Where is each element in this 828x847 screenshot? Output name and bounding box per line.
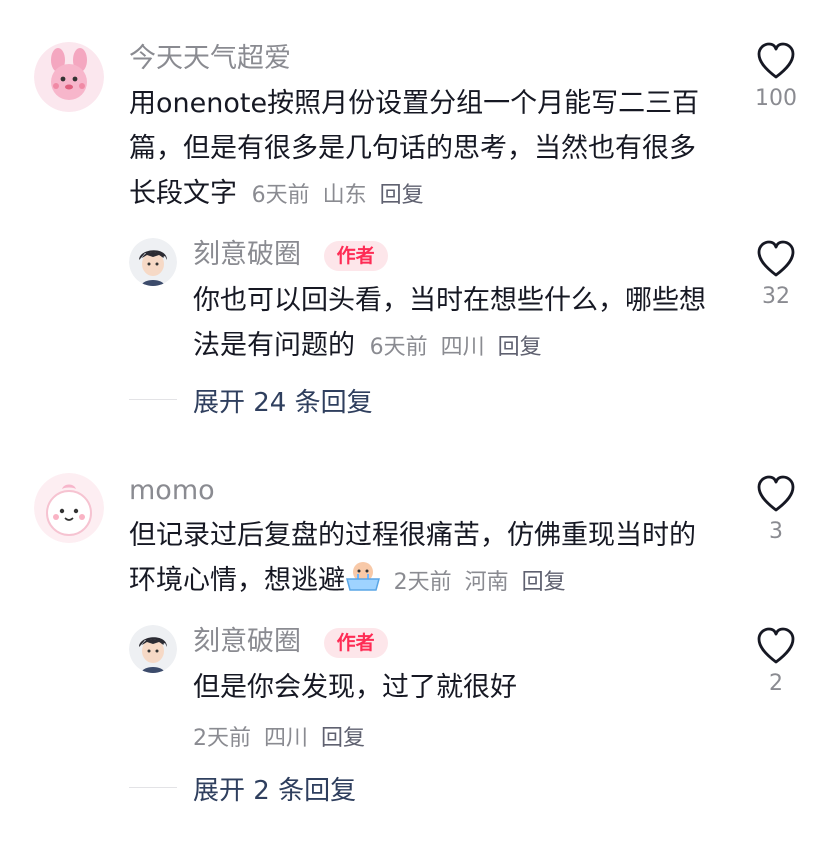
reply-location: 四川 [264, 726, 309, 751]
expand-replies-button[interactable]: 展开 24 条回复 [193, 382, 373, 419]
crying-bath-emoji [345, 559, 381, 605]
reply-avatar[interactable] [129, 625, 177, 673]
like-button[interactable]: 2 [741, 627, 811, 696]
reply-button[interactable]: 回复 [498, 335, 542, 360]
expand-divider [129, 399, 177, 400]
comment-location: 山东 [322, 183, 367, 208]
reply-author-row: 刻意破圈 作者 [193, 625, 388, 659]
heart-icon [757, 475, 795, 512]
heart-icon [757, 42, 795, 79]
heart-icon [757, 627, 795, 664]
reply-button[interactable]: 回复 [522, 570, 566, 595]
reply-meta: 6天前 四川 回复 [370, 335, 542, 360]
comment-time: 6天前 [251, 183, 310, 208]
avatar[interactable] [34, 42, 104, 112]
avatar[interactable] [34, 473, 104, 543]
reply-body: 但是你会发现，过了就很好 [193, 672, 517, 703]
reply-button[interactable]: 回复 [380, 183, 424, 208]
reply-author[interactable]: 刻意破圈 [193, 239, 301, 270]
reply-location: 四川 [440, 335, 485, 360]
comment-meta: 2天前 河南 回复 [394, 570, 566, 595]
reply-text: 你也可以回头看，当时在想些什么，哪些想法是有问题的 6天前 四川 回复 [193, 278, 713, 370]
comment-location: 河南 [464, 570, 509, 595]
comment-meta: 6天前 山东 回复 [252, 183, 424, 208]
like-count: 100 [755, 86, 797, 111]
reply-time: 6天前 [369, 335, 428, 360]
author-badge: 作者 [323, 627, 388, 658]
comment-text: 用onenote按照月份设置分组一个月能写二三百篇，但是有很多是几句话的思考，当… [129, 81, 719, 218]
reply-time: 2天前 [193, 726, 251, 751]
like-button[interactable]: 100 [741, 42, 811, 111]
like-button[interactable]: 32 [741, 240, 811, 309]
expand-replies-button[interactable]: 展开 2 条回复 [193, 770, 356, 807]
expand-divider [129, 787, 177, 788]
like-button[interactable]: 3 [741, 475, 811, 544]
like-count: 2 [769, 671, 783, 696]
author-badge: 作者 [323, 240, 388, 271]
reply-meta: 2天前 四川 回复 [193, 720, 365, 752]
comment-author[interactable]: 今天天气超爱 [129, 42, 291, 76]
heart-icon [757, 240, 795, 277]
reply-author[interactable]: 刻意破圈 [193, 626, 301, 657]
reply-button[interactable]: 回复 [321, 726, 365, 751]
comment-time: 2天前 [393, 570, 452, 595]
reply-avatar[interactable] [129, 238, 177, 286]
comment-author[interactable]: momo [129, 474, 215, 508]
like-count: 3 [769, 519, 783, 544]
like-count: 32 [762, 284, 790, 309]
comment-text: 但记录过后复盘的过程很痛苦，仿佛重现当时的环境心情，想逃避 2天前 河南 回复 [129, 513, 719, 605]
reply-author-row: 刻意破圈 作者 [193, 238, 388, 272]
